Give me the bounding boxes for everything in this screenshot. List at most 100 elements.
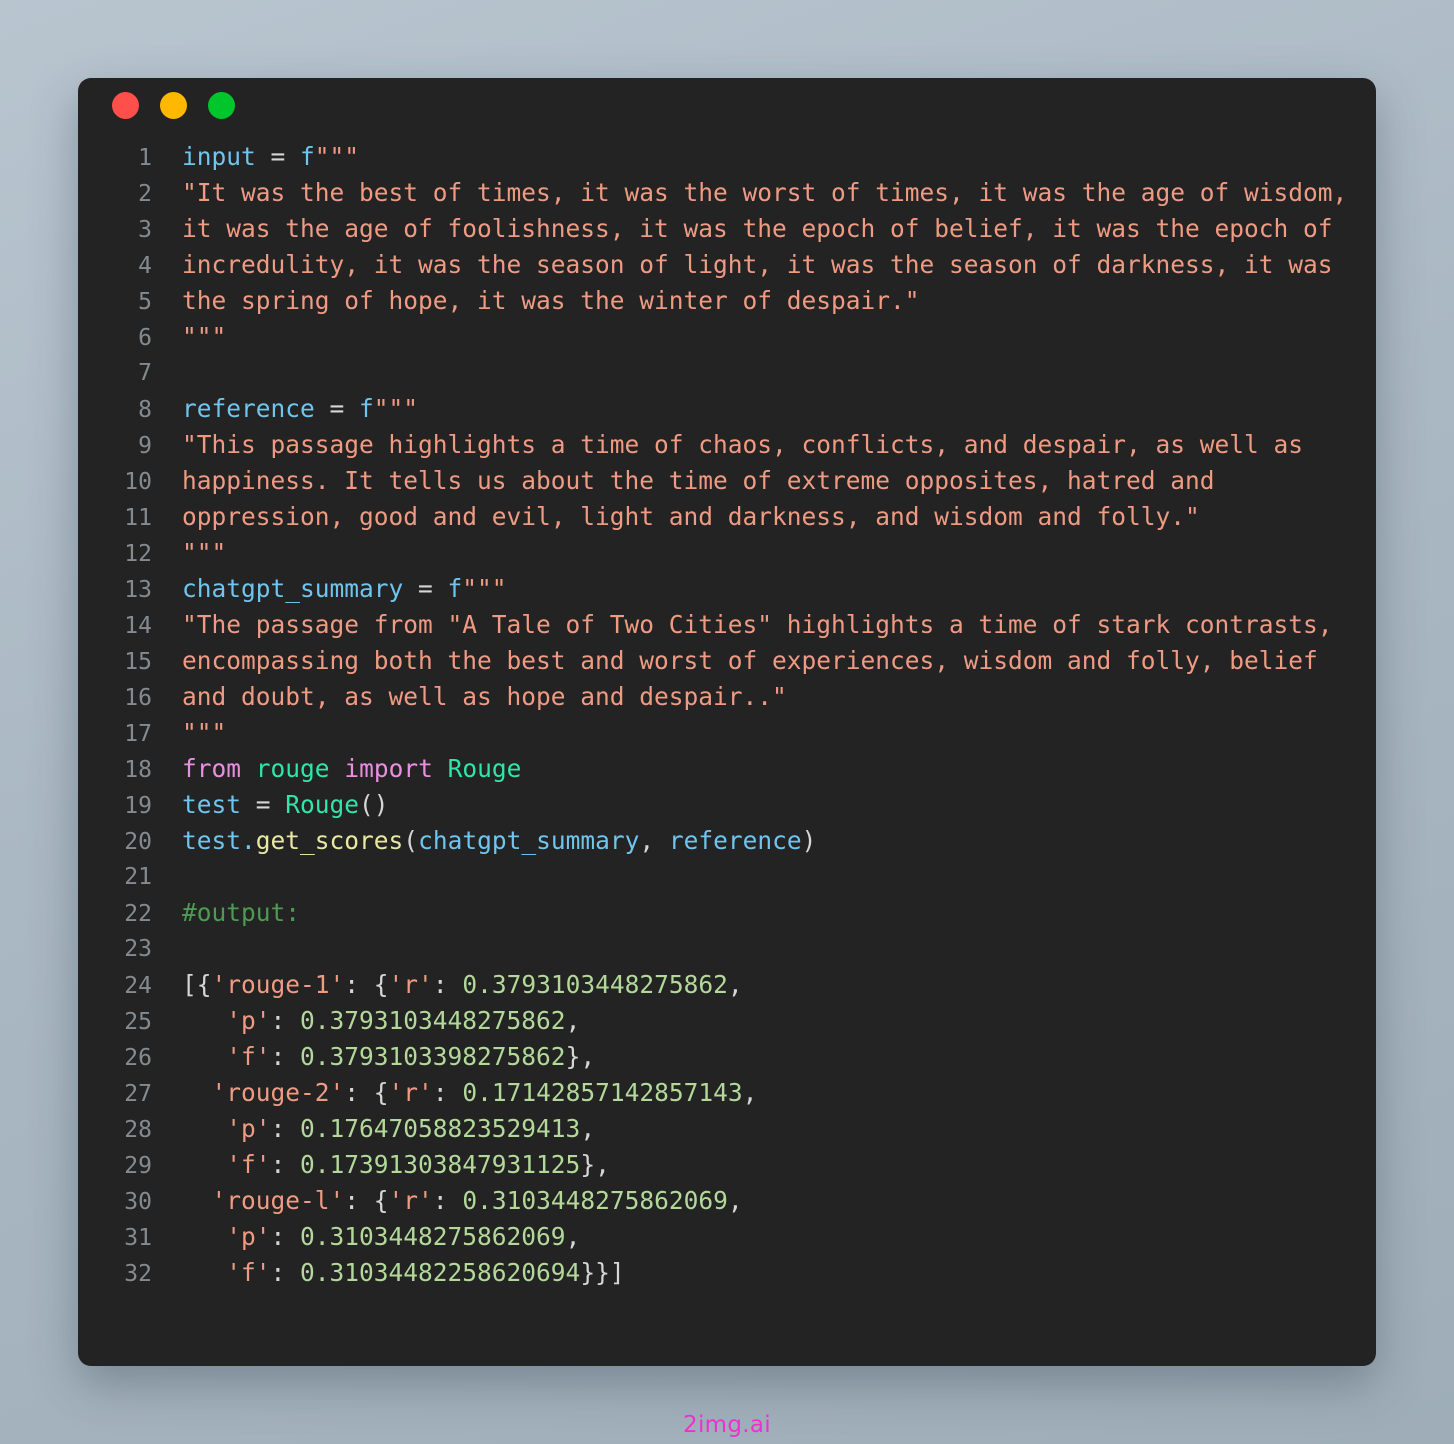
line-source[interactable]: "It was the best of times, it was the wo… <box>152 175 1347 211</box>
close-window-button[interactable] <box>112 92 139 119</box>
line-source[interactable]: happiness. It tells us about the time of… <box>152 463 1215 499</box>
line-source[interactable]: "The passage from "A Tale of Two Cities"… <box>152 607 1333 643</box>
line-number: 25 <box>124 1009 152 1035</box>
test-variable: test <box>182 790 242 819</box>
line-number: 22 <box>124 901 152 927</box>
code-line: 17 """ <box>78 715 1376 751</box>
line-source[interactable]: 'f': 0.17391303847931125}, <box>152 1147 610 1183</box>
line-source[interactable]: 'f': 0.31034482258620694}}] <box>152 1255 624 1291</box>
code-line: 30 'rouge-l': {'r': 0.3103448275862069, <box>78 1183 1376 1219</box>
code-line: 8 reference = f""" <box>78 391 1376 427</box>
line-number: 13 <box>124 577 152 603</box>
line-source[interactable]: encompassing both the best and worst of … <box>152 643 1318 679</box>
line-number: 8 <box>138 397 152 423</box>
code-line: 24 [{'rouge-1': {'r': 0.3793103448275862… <box>78 967 1376 1003</box>
class-name: Rouge <box>447 754 522 783</box>
line-source[interactable]: """ <box>152 319 226 355</box>
code-line: 19 test = Rouge() <box>78 787 1376 823</box>
code-line: 18 from rouge import Rouge <box>78 751 1376 787</box>
code-line: 28 'p': 0.17647058823529413, <box>78 1111 1376 1147</box>
maximize-window-button[interactable] <box>208 92 235 119</box>
line-source[interactable]: 'f': 0.3793103398275862}, <box>152 1039 595 1075</box>
code-line: 20 test.get_scores(chatgpt_summary, refe… <box>78 823 1376 859</box>
code-line: 9 "This passage highlights a time of cha… <box>78 427 1376 463</box>
code-line: 2 "It was the best of times, it was the … <box>78 175 1376 211</box>
line-source[interactable]: 'p': 0.17647058823529413, <box>152 1111 595 1147</box>
code-line: 22 #output: <box>78 895 1376 931</box>
module-name: rouge <box>255 754 330 783</box>
line-number: 1 <box>138 145 152 171</box>
line-source[interactable]: reference = f""" <box>152 391 418 427</box>
code-line: 5 the spring of hope, it was the winter … <box>78 283 1376 319</box>
keyword-import: import <box>344 754 433 783</box>
line-number: 3 <box>138 217 152 243</box>
line-source[interactable]: test.get_scores(chatgpt_summary, referen… <box>152 823 816 859</box>
line-source[interactable]: from rouge import Rouge <box>152 751 521 787</box>
line-number: 29 <box>124 1153 152 1179</box>
line-number: 5 <box>138 289 152 315</box>
line-number: 18 <box>124 757 152 783</box>
code-line: 21 <box>78 859 1376 895</box>
line-number: 23 <box>124 936 152 962</box>
line-number: 20 <box>124 829 152 855</box>
line-source[interactable]: """ <box>152 715 226 751</box>
line-number: 7 <box>138 360 152 386</box>
code-line: 15 encompassing both the best and worst … <box>78 643 1376 679</box>
rouge1-fscore: 0.3793103398275862 <box>300 1042 566 1071</box>
code-line: 31 'p': 0.3103448275862069, <box>78 1219 1376 1255</box>
line-number: 2 <box>138 181 152 207</box>
line-number: 19 <box>124 793 152 819</box>
keyword-from: from <box>182 754 242 783</box>
rougel-fscore: 0.31034482258620694 <box>300 1258 581 1287</box>
line-source[interactable]: [{'rouge-1': {'r': 0.3793103448275862, <box>152 967 743 1003</box>
code-line: 7 <box>78 355 1376 391</box>
line-source[interactable]: oppression, good and evil, light and dar… <box>152 499 1200 535</box>
code-line: 26 'f': 0.3793103398275862}, <box>78 1039 1376 1075</box>
rouge2-fscore: 0.17391303847931125 <box>300 1150 581 1179</box>
code-line: 10 happiness. It tells us about the time… <box>78 463 1376 499</box>
line-source[interactable]: test = Rouge() <box>152 787 389 823</box>
line-number: 6 <box>138 325 152 351</box>
line-source[interactable]: the spring of hope, it was the winter of… <box>152 283 920 319</box>
watermark: 2img.ai <box>683 1412 771 1438</box>
code-line: 32 'f': 0.31034482258620694}}] <box>78 1255 1376 1291</box>
line-source[interactable]: 'p': 0.3793103448275862, <box>152 1003 580 1039</box>
line-number: 31 <box>124 1225 152 1251</box>
line-source[interactable]: 'rouge-2': {'r': 0.17142857142857143, <box>152 1075 758 1111</box>
rouge1-precision: 0.3793103448275862 <box>300 1006 566 1035</box>
method-name: get_scores <box>255 826 404 855</box>
line-source[interactable]: 'p': 0.3103448275862069, <box>152 1219 580 1255</box>
minimize-window-button[interactable] <box>160 92 187 119</box>
line-number: 26 <box>124 1045 152 1071</box>
line-source[interactable]: """ <box>152 535 226 571</box>
code-line: 12 """ <box>78 535 1376 571</box>
line-source[interactable]: chatgpt_summary = f""" <box>152 571 507 607</box>
line-number: 16 <box>124 685 152 711</box>
line-source[interactable]: 'rouge-l': {'r': 0.3103448275862069, <box>152 1183 743 1219</box>
code-line: 25 'p': 0.3793103448275862, <box>78 1003 1376 1039</box>
line-source[interactable]: it was the age of foolishness, it was th… <box>152 211 1333 247</box>
window-title-bar <box>78 78 1376 133</box>
output-comment[interactable]: #output: <box>152 895 300 931</box>
code-content[interactable]: 1 input = f""" 2 "It was the best of tim… <box>78 133 1376 1291</box>
line-number: 15 <box>124 649 152 675</box>
line-number: 24 <box>124 973 152 999</box>
line-number: 4 <box>138 253 152 279</box>
line-number: 30 <box>124 1189 152 1215</box>
line-source[interactable]: input = f""" <box>152 139 359 175</box>
code-line: 13 chatgpt_summary = f""" <box>78 571 1376 607</box>
line-source[interactable]: "This passage highlights a time of chaos… <box>152 427 1303 463</box>
code-line: 6 """ <box>78 319 1376 355</box>
rouge2-recall: 0.17142857142857143 <box>462 1078 743 1107</box>
code-line: 3 it was the age of foolishness, it was … <box>78 211 1376 247</box>
rouge2-precision: 0.17647058823529413 <box>300 1114 581 1143</box>
code-line: 29 'f': 0.17391303847931125}, <box>78 1147 1376 1183</box>
code-line: 14 "The passage from "A Tale of Two Citi… <box>78 607 1376 643</box>
line-source[interactable]: and doubt, as well as hope and despair..… <box>152 679 787 715</box>
code-line: 16 and doubt, as well as hope and despai… <box>78 679 1376 715</box>
line-number: 28 <box>124 1117 152 1143</box>
line-source[interactable]: incredulity, it was the season of light,… <box>152 247 1333 283</box>
line-number: 14 <box>124 613 152 639</box>
line-number: 32 <box>124 1261 152 1287</box>
code-line: 4 incredulity, it was the season of ligh… <box>78 247 1376 283</box>
